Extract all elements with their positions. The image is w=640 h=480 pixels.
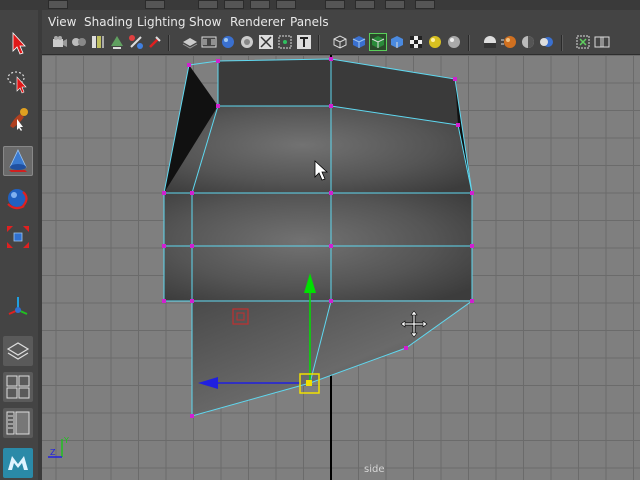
- rotate-tool-button[interactable]: [3, 184, 33, 214]
- mesh-middle-face: [164, 193, 472, 301]
- shadows-icon[interactable]: [446, 34, 462, 50]
- shelf-slot[interactable]: [325, 0, 345, 9]
- shelf-slot[interactable]: [250, 0, 270, 9]
- depth-of-field-icon[interactable]: [539, 34, 555, 50]
- shelf-slot[interactable]: [355, 0, 375, 9]
- axis-y-label: Y: [63, 436, 69, 445]
- cone-move-icon: [9, 149, 27, 172]
- shelf-slot[interactable]: [145, 0, 165, 9]
- wireframe-icon[interactable]: [332, 34, 348, 50]
- camera-name-label: side: [364, 464, 385, 475]
- toolbox: [0, 10, 39, 480]
- grid-icon[interactable]: [182, 34, 198, 50]
- outliner-layout-icon: [6, 411, 30, 435]
- smooth-shade-icon[interactable]: [351, 34, 367, 50]
- isolate-select-icon[interactable]: [575, 34, 591, 50]
- layout-four-button[interactable]: [3, 372, 33, 402]
- select-tool-button[interactable]: [3, 28, 33, 58]
- layout-outliner-button[interactable]: [3, 408, 33, 438]
- shelf-slot[interactable]: [385, 0, 405, 9]
- maya-logo: [3, 448, 33, 478]
- show-manipulator-tool-button[interactable]: [3, 292, 33, 322]
- film-gate-icon[interactable]: [201, 34, 217, 50]
- resolution-gate-icon[interactable]: [220, 34, 236, 50]
- four-pane-icon: [6, 375, 30, 399]
- safe-action-icon[interactable]: [277, 34, 293, 50]
- move-tool-button[interactable]: [3, 146, 33, 176]
- safe-title-icon[interactable]: [296, 34, 312, 50]
- screen-space-ambient-occlusion-icon[interactable]: [482, 34, 498, 50]
- shelf-slot[interactable]: [276, 0, 296, 9]
- menu-show[interactable]: Show: [189, 15, 221, 29]
- select-arrow-icon: [12, 31, 26, 55]
- field-chart-icon[interactable]: [258, 34, 274, 50]
- menu-view[interactable]: View: [48, 15, 76, 29]
- textured-icon[interactable]: [408, 34, 424, 50]
- menu-renderer[interactable]: Renderer: [230, 15, 285, 29]
- panel-menu-bar: View Shading Lighting Show Renderer Pane…: [42, 10, 640, 32]
- toolbar-separator: [318, 35, 320, 51]
- cube-scale-icon: [7, 226, 29, 248]
- bookmarks-icon[interactable]: [90, 34, 106, 50]
- camera-icon[interactable]: [52, 34, 68, 50]
- paint-select-tool-button[interactable]: [3, 104, 33, 134]
- panel-toolbar: [42, 32, 640, 55]
- shelf-slot[interactable]: [48, 0, 68, 9]
- image-plane-icon[interactable]: [109, 34, 125, 50]
- menu-shading[interactable]: Shading: [84, 15, 133, 29]
- toolbar-separator: [561, 35, 563, 51]
- gate-mask-icon[interactable]: [239, 34, 255, 50]
- menu-lighting[interactable]: Lighting: [137, 15, 186, 29]
- toolbar-separator: [168, 35, 170, 51]
- viewport-canvas[interactable]: Y Z: [42, 55, 640, 480]
- xray-icon[interactable]: [594, 34, 610, 50]
- shelf-slot[interactable]: [198, 0, 218, 9]
- xray-joint-icon[interactable]: [147, 34, 163, 50]
- toolbar-separator: [468, 35, 470, 51]
- wireframe-on-shaded-icon[interactable]: [369, 33, 387, 51]
- lasso-icon: [7, 71, 27, 94]
- use-all-lights-icon[interactable]: [427, 34, 443, 50]
- motion-blur-icon[interactable]: [501, 34, 517, 50]
- shelf-slot[interactable]: [224, 0, 244, 9]
- camera-attributes-icon[interactable]: [71, 34, 87, 50]
- default-material-icon[interactable]: [389, 34, 405, 50]
- paint-brush-icon: [10, 108, 28, 131]
- lasso-tool-button[interactable]: [3, 66, 33, 96]
- shelf-slot[interactable]: [415, 0, 435, 9]
- multisample-aa-icon[interactable]: [520, 34, 536, 50]
- layout-single-button[interactable]: [3, 336, 33, 366]
- viewport-side[interactable]: Y Z side: [42, 55, 640, 480]
- manipulator-icon: [8, 297, 28, 315]
- 2d-pan-zoom-icon[interactable]: [128, 34, 144, 50]
- plane-layout-icon: [6, 342, 30, 360]
- manip-center-dot: [306, 380, 312, 386]
- scale-tool-button[interactable]: [3, 222, 33, 252]
- axis-z-label: Z: [50, 448, 56, 457]
- sphere-rotate-icon: [7, 189, 28, 210]
- menu-panels[interactable]: Panels: [290, 15, 329, 29]
- maya-logo-icon: [8, 456, 28, 470]
